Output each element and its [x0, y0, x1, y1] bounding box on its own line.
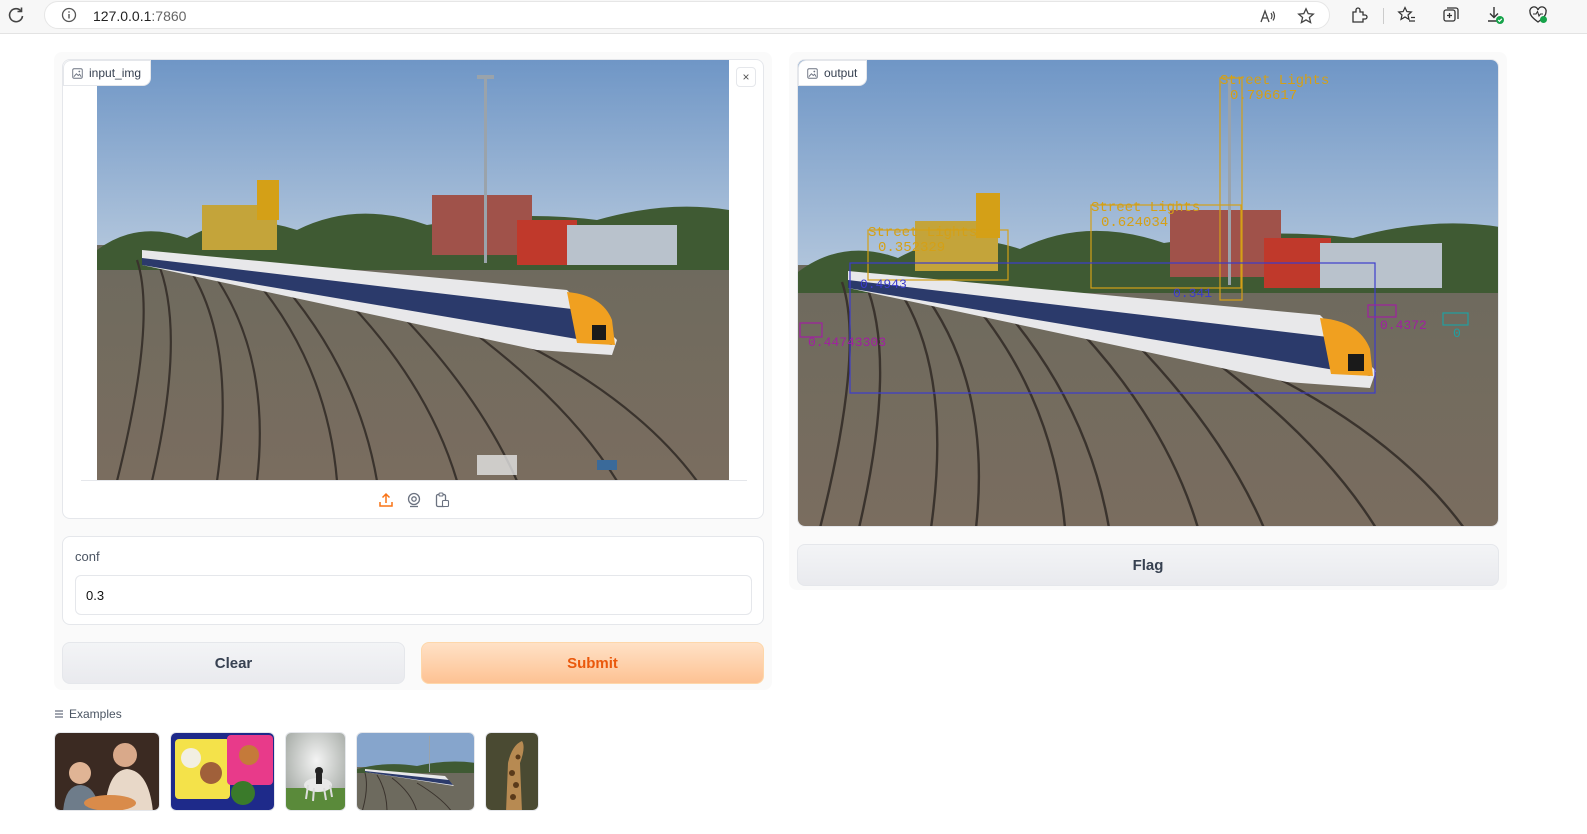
detection-label-3: Street Lights 0.352329 — [868, 226, 977, 256]
output-image-panel: output Street Lights 0.796617 Street Lig… — [797, 59, 1499, 527]
clear-image-button[interactable]: × — [736, 67, 756, 87]
image-icon — [72, 67, 83, 79]
input-image[interactable] — [97, 60, 729, 481]
extensions-icon[interactable] — [1349, 5, 1369, 25]
read-aloud-icon[interactable] — [1259, 7, 1277, 25]
url-host: 127.0.0.1 — [93, 8, 152, 24]
output-image: Street Lights 0.796617 Street Lights 0.6… — [798, 60, 1498, 526]
collections-icon[interactable] — [1441, 5, 1461, 25]
conf-input[interactable] — [75, 575, 752, 615]
output-image-label: output — [798, 60, 868, 86]
toolbar-separator — [1383, 8, 1384, 24]
clipboard-icon[interactable] — [434, 492, 450, 508]
examples-gallery — [54, 732, 539, 811]
conf-label: conf — [75, 549, 100, 564]
site-info-icon[interactable] — [61, 7, 77, 23]
detection-label-1: Street Lights 0.796617 — [1220, 74, 1329, 104]
example-bento-box[interactable] — [170, 732, 275, 811]
example-train-yard[interactable] — [356, 732, 475, 811]
favorite-star-icon[interactable] — [1297, 7, 1315, 25]
browser-essentials-icon[interactable] — [1528, 5, 1548, 25]
url-text[interactable]: 127.0.0.1:7860 — [93, 8, 186, 24]
close-icon: × — [742, 70, 750, 84]
conf-panel: conf — [62, 536, 764, 625]
detection-label-3-name: Street Lights — [868, 225, 978, 241]
example-family-dining[interactable] — [54, 732, 160, 811]
image-source-selector — [378, 492, 450, 508]
input-image-panel: input_img × — [62, 59, 764, 519]
detection-label-3-score: 0.352329 — [878, 240, 946, 256]
output-image-label-text: output — [824, 66, 858, 80]
address-bar[interactable]: 127.0.0.1:7860 — [44, 1, 1330, 29]
input-image-label-text: input_img — [89, 66, 142, 80]
clear-button[interactable]: Clear — [62, 642, 405, 684]
detection-label-1-name: Street Lights — [1220, 73, 1330, 89]
reload-icon[interactable] — [6, 5, 26, 25]
examples-label: Examples — [69, 707, 122, 721]
submit-button[interactable]: Submit — [421, 642, 764, 684]
input-image-label: input_img — [63, 60, 152, 86]
detection-label-2: Street Lights 0.624034 — [1091, 201, 1200, 231]
image-divider — [81, 480, 747, 481]
detection-label-1-score: 0.796617 — [1230, 88, 1298, 104]
image-icon — [807, 67, 818, 79]
browser-toolbar: 127.0.0.1:7860 — [0, 0, 1587, 34]
examples-header: Examples — [54, 707, 122, 721]
downloads-icon[interactable] — [1485, 5, 1505, 25]
favorites-icon[interactable] — [1397, 5, 1417, 25]
detection-label-2-name: Street Lights — [1091, 200, 1201, 216]
detection-label-6: 0.341 — [1173, 286, 1213, 301]
flag-button[interactable]: Flag — [797, 544, 1499, 586]
detection-label-5: 0.44743303 — [808, 335, 887, 350]
detection-label-8: 0 — [1453, 326, 1461, 341]
example-giraffe[interactable] — [485, 732, 539, 811]
example-horse-rider[interactable] — [285, 732, 346, 811]
list-icon — [55, 710, 63, 718]
detection-label-2-score: 0.624034 — [1101, 215, 1169, 231]
webcam-icon[interactable] — [406, 492, 422, 508]
detection-label-7: 0.4372 — [1380, 318, 1427, 333]
url-port: :7860 — [151, 8, 187, 24]
detection-label-4: 0.4943 — [860, 277, 907, 292]
upload-icon[interactable] — [378, 492, 394, 508]
